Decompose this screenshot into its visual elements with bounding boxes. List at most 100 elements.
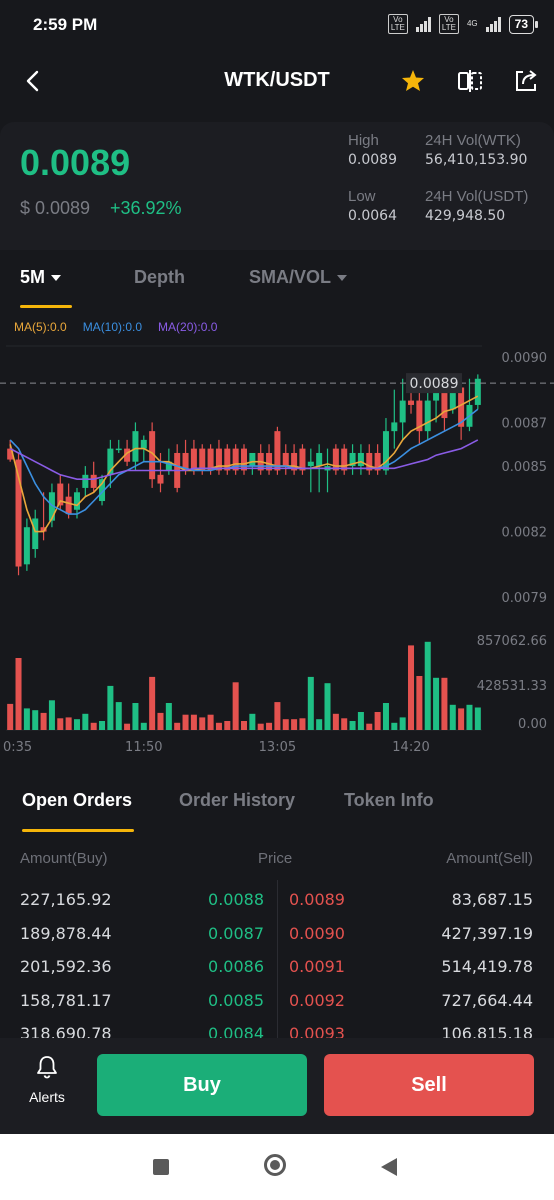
volume-bar [190,714,197,730]
header-amount-sell: Amount(Sell) [446,850,533,867]
volume-bar [124,723,131,730]
volume-bar [199,717,206,730]
recents-icon[interactable] [153,1159,169,1175]
y-tick-label: 0.0090 [502,351,548,366]
volume-bar [257,723,264,730]
usd-price: $ 0.0089 [20,198,91,218]
nav-back-icon[interactable] [381,1158,397,1176]
tab-depth[interactable]: Depth [134,267,185,288]
volume-bar [207,714,214,730]
sell-amount: 514,419.78 [441,957,533,976]
volume-bar [374,712,381,730]
candle-body [157,474,164,484]
ask-price: 0.0092 [289,990,345,1010]
network-type: 4G [466,19,478,28]
volume-bar [474,707,481,730]
volte-badge-1: Vo LTE [387,14,408,34]
volume-bar [291,719,298,730]
compare-button[interactable] [455,66,485,96]
bid-price: 0.0086 [208,957,264,976]
vol-base-value: 56,410,153.90 [425,152,528,168]
ask-price: 0.0089 [289,890,345,909]
candle-body [132,431,139,462]
x-tick-label: 14:20 [392,740,429,755]
volume-bar [149,676,156,730]
volume-bar [416,676,423,730]
volume-bar [32,710,39,730]
volume-bar [174,722,181,730]
buy-amount: 158,781.17 [20,990,112,1010]
ask-price: 0.0090 [289,923,345,943]
bid-price: 0.0085 [208,990,264,1010]
volume-bar [282,719,289,730]
favorite-button[interactable] [398,66,428,96]
tab-order-history[interactable]: Order History [179,790,295,811]
candle-body [190,448,197,471]
candle-body [249,452,256,467]
vol-base-label: 24H Vol(WTK) [425,132,521,149]
candle-body [115,448,122,451]
volume-bar [7,703,14,730]
orderbook-row[interactable]: 189,878.44 0.0087 0.0090 427,397.19 [0,924,554,958]
tab-indicator[interactable]: SMA/VOL [249,267,348,288]
tab-interval[interactable]: 5M [20,267,62,288]
volume-bar [341,718,348,730]
candle-body [240,448,248,471]
volume-bar [449,704,456,730]
tab-token-info[interactable]: Token Info [344,790,434,811]
volume-bar [441,677,448,730]
tab-open-orders[interactable]: Open Orders [22,790,132,811]
orderbook-row[interactable]: 227,165.92 0.0088 0.0089 83,687.15 [0,890,554,924]
y-tick-label: 0.0085 [502,460,548,475]
candle-body [357,452,364,467]
volume-bar [115,702,122,730]
signal-icon-2 [485,16,501,32]
buy-button[interactable]: Buy [97,1054,307,1116]
volume-tick-label: 0.00 [518,717,547,732]
volume-bar [332,713,339,730]
volume-bar [40,712,47,730]
x-tick-label: 11:50 [125,740,162,755]
orderbook-row[interactable]: 201,592.36 0.0086 0.0091 514,419.78 [0,957,554,991]
status-time: 2:59 PM [33,15,98,34]
tab-underline [20,305,72,308]
candle-body [90,474,97,488]
volume-bar [99,721,106,730]
volte-badge-2: Vo LTE [438,14,459,34]
volume-bar [90,722,97,730]
chart-tabs: 5M Depth SMA/VOL [0,250,554,310]
volume-bar [316,719,323,730]
volume-bar [433,677,440,730]
order-tab-underline [22,829,134,832]
volume-bar [65,717,72,730]
high-stat: High 0.0089 [348,132,397,168]
alerts-button[interactable]: Alerts [22,1054,72,1114]
candle-body [82,474,89,488]
orderbook-row[interactable]: 158,781.17 0.0085 0.0092 727,664.44 [0,991,554,1025]
candle-body [274,431,281,471]
price-change: +36.92% [110,198,182,218]
status-icons: Vo LTE Vo LTE 4G 73 [387,14,539,34]
volume-bar [266,722,273,730]
volume-bar [107,685,114,730]
candle-body [73,492,80,510]
volume-bar [165,703,172,730]
volume-bar [23,708,30,730]
sell-amount: 427,397.19 [441,923,533,943]
sell-button[interactable]: Sell [324,1054,534,1116]
alerts-label: Alerts [29,1089,65,1105]
ask-price: 0.0091 [289,957,345,976]
home-icon[interactable] [264,1154,286,1176]
price-chart[interactable]: 0.0090 0.0087 0.0085 0.0082 0.0079 0.0089 8570… [0,340,554,760]
ticker-card: 0.0089 $ 0.0089 +36.92% High 0.0089 24H … [0,122,554,250]
volume-bar [357,712,364,730]
bell-icon [37,1056,57,1079]
share-button[interactable] [511,66,541,96]
share-icon [516,70,537,91]
candle-body [140,439,147,449]
candle-body [32,518,39,550]
sell-amount: 83,687.15 [451,890,533,909]
compare-icon [458,70,482,92]
candle-body [65,496,72,515]
volume-bar [57,718,64,730]
